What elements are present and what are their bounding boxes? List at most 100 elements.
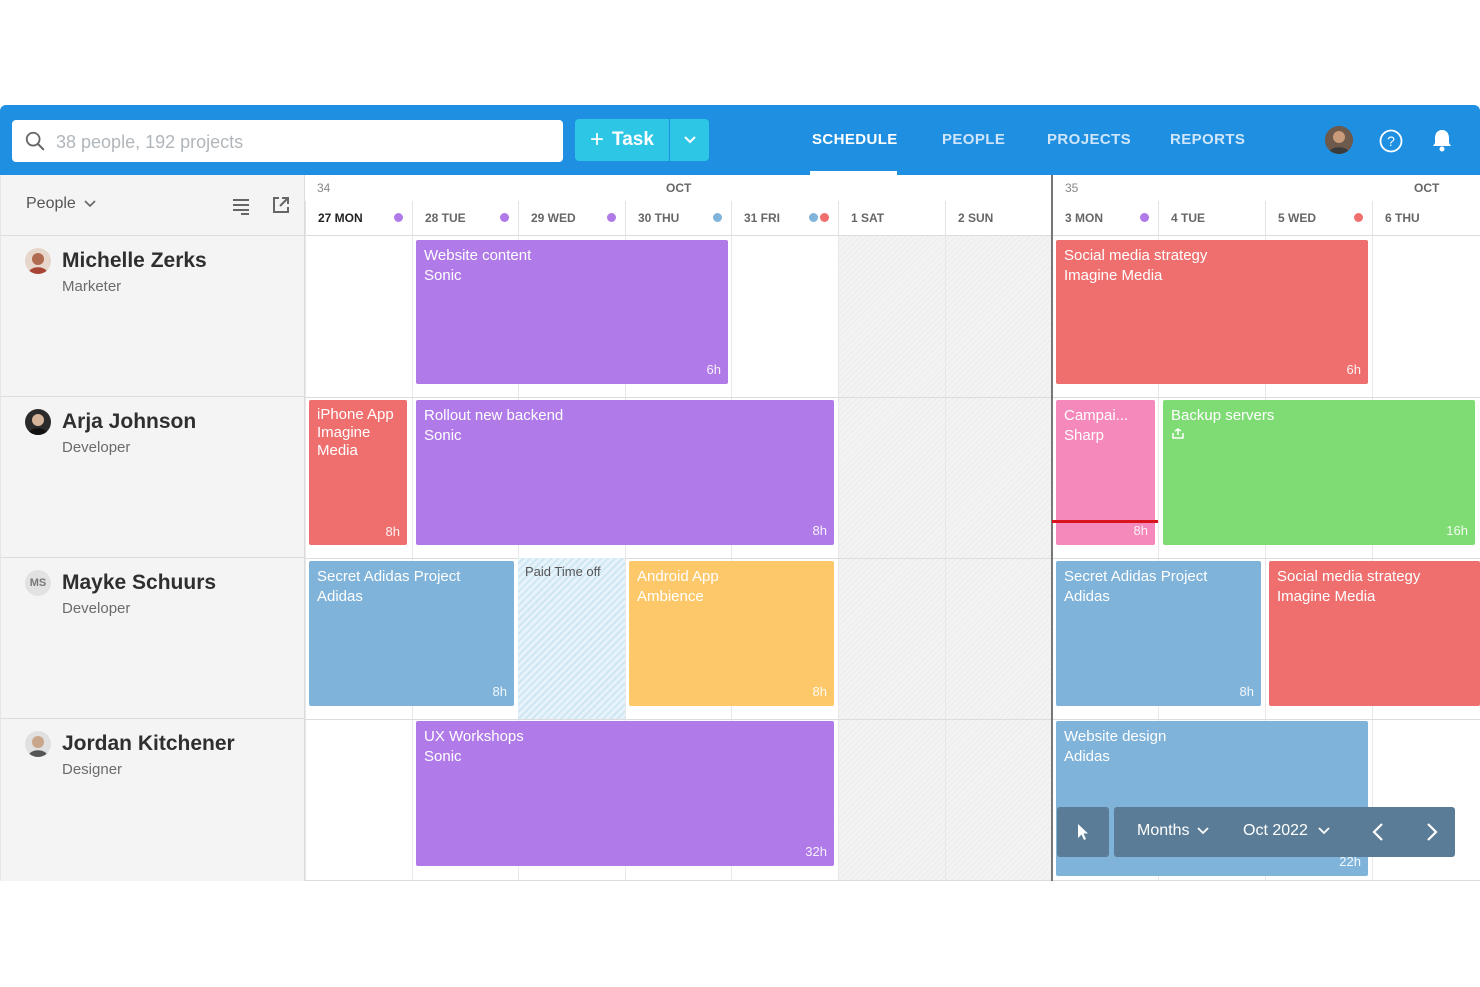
day-header-cell[interactable]: 27 MON: [305, 201, 412, 236]
task-title: Website content: [424, 247, 532, 264]
day-header-cell[interactable]: 30 THU: [625, 201, 731, 236]
day-header-cell[interactable]: 3 MON: [1052, 201, 1158, 236]
person-role: Designer: [62, 761, 123, 778]
person-name: Mayke Schuurs: [62, 571, 217, 594]
task-project: Adidas: [317, 588, 363, 605]
chevron-down-icon: [1318, 827, 1330, 835]
bell-icon[interactable]: [1431, 128, 1453, 152]
chevron-right-icon[interactable]: [1420, 821, 1442, 843]
task-title: Backup servers: [1171, 407, 1275, 424]
people-panel: People Michelle Zerks Marketer Arja John…: [0, 175, 306, 881]
person-role: Developer: [62, 600, 131, 617]
date-dropdown[interactable]: Oct 2022: [1243, 822, 1330, 840]
people-filter-label: People: [26, 195, 76, 212]
row-divider: [305, 880, 1480, 881]
task-block[interactable]: UX Workshops Sonic 32h: [416, 721, 834, 866]
day-header-cell[interactable]: 1 SAT: [838, 201, 945, 236]
repeat-icon: [1171, 426, 1467, 446]
search-box[interactable]: [12, 120, 563, 164]
chevron-down-icon: [683, 136, 696, 144]
search-icon: [25, 131, 45, 151]
search-input[interactable]: [54, 120, 548, 164]
week-month: OCT: [666, 181, 692, 195]
person-row[interactable]: Michelle Zerks Marketer: [1, 236, 306, 397]
task-project: Adidas: [1064, 588, 1110, 605]
day-status-dot: [820, 213, 829, 222]
day-header-cell[interactable]: 29 WED: [518, 201, 625, 236]
tab-schedule[interactable]: SCHEDULE: [812, 131, 898, 148]
day-label: 6 THU: [1385, 211, 1420, 225]
view-mode-dropdown[interactable]: Months: [1137, 822, 1210, 840]
person-role: Developer: [62, 439, 131, 456]
task-project: Sharp: [1064, 427, 1105, 444]
task-project: Adidas: [1064, 748, 1110, 765]
avatar: [25, 731, 51, 757]
day-label: 30 THU: [638, 211, 680, 225]
task-hours: 8h: [812, 684, 827, 699]
task-block[interactable]: Secret Adidas Project Adidas 8h: [1056, 561, 1261, 706]
pointer-tool-button[interactable]: [1057, 807, 1109, 857]
day-label: 2 SUN: [958, 211, 994, 225]
help-icon[interactable]: ?: [1379, 129, 1403, 153]
task-block[interactable]: Campai... Sharp 8h: [1056, 400, 1155, 545]
task-project: Sonic: [424, 748, 462, 765]
task-project: Imagine Media: [317, 424, 371, 459]
task-block[interactable]: Social media strategy Imagine Media 6h: [1056, 240, 1368, 384]
avatar: [25, 409, 51, 435]
tab-reports[interactable]: REPORTS: [1170, 131, 1245, 148]
time-off-block[interactable]: Paid Time off: [518, 558, 625, 719]
add-task-dropdown-button[interactable]: [670, 119, 709, 161]
task-block[interactable]: Social media strategy Imagine Media: [1269, 561, 1480, 706]
top-bar: + Task SCHEDULE PEOPLE PROJECTS REPORTS …: [0, 105, 1480, 175]
task-block[interactable]: Secret Adidas Project Adidas 8h: [309, 561, 514, 706]
tab-people[interactable]: PEOPLE: [942, 131, 1005, 148]
user-avatar[interactable]: [1325, 126, 1353, 154]
view-mode-label: Months: [1137, 822, 1190, 839]
task-block[interactable]: Rollout new backend Sonic 8h: [416, 400, 834, 545]
user-avatar-image: [1325, 126, 1353, 154]
day-status-dot: [500, 213, 509, 222]
cursor-icon: [1078, 824, 1088, 840]
task-project: Imagine Media: [1277, 588, 1376, 605]
day-label: 4 TUE: [1171, 211, 1206, 225]
person-name: Arja Johnson: [62, 410, 197, 433]
list-view-icon[interactable]: [231, 196, 251, 216]
day-status-dot: [607, 213, 616, 222]
add-task-label: Task: [612, 129, 654, 150]
person-role: Marketer: [62, 278, 122, 295]
task-block[interactable]: Android App Ambience 8h: [629, 561, 834, 706]
task-hours: 16h: [1446, 523, 1468, 538]
chevron-down-icon: [84, 200, 96, 208]
svg-text:?: ?: [1387, 133, 1395, 149]
person-name: Michelle Zerks: [62, 249, 207, 272]
task-title: Website design: [1064, 728, 1167, 745]
task-title: Android App: [637, 568, 719, 585]
task-hours: 6h: [706, 362, 721, 377]
day-header-cell[interactable]: 5 WED: [1265, 201, 1372, 236]
day-header-cell[interactable]: 31 FRI: [731, 201, 838, 236]
people-panel-header: People: [1, 175, 306, 236]
day-header-cell[interactable]: 28 TUE: [412, 201, 518, 236]
person-row[interactable]: MS Mayke Schuurs Developer: [1, 558, 306, 719]
chevron-left-icon[interactable]: [1368, 821, 1390, 843]
task-block[interactable]: Website content Sonic 6h: [416, 240, 728, 384]
task-block[interactable]: Backup servers 16h: [1163, 400, 1475, 545]
external-link-icon[interactable]: [271, 195, 291, 215]
people-filter-dropdown[interactable]: People: [26, 195, 96, 213]
day-status-dot: [809, 213, 818, 222]
person-row[interactable]: Arja Johnson Developer: [1, 397, 306, 558]
add-task-button[interactable]: + Task: [575, 119, 669, 161]
task-title: Rollout new backend: [424, 407, 564, 424]
day-header-cell[interactable]: 4 TUE: [1158, 201, 1265, 236]
avatar: [25, 248, 51, 274]
week-month: OCT: [1414, 181, 1440, 195]
task-title: Social media strategy: [1064, 247, 1208, 264]
tab-projects[interactable]: PROJECTS: [1047, 131, 1131, 148]
task-hours: 32h: [805, 844, 827, 859]
day-label: 31 FRI: [744, 211, 781, 225]
time-off-label: Paid Time off: [525, 564, 601, 579]
person-row[interactable]: Jordan Kitchener Designer: [1, 719, 306, 881]
day-header-cell[interactable]: 2 SUN: [945, 201, 1052, 236]
task-block[interactable]: iPhone App Imagine Media 8h: [309, 400, 407, 545]
day-header-cell[interactable]: 6 THU: [1372, 201, 1480, 236]
